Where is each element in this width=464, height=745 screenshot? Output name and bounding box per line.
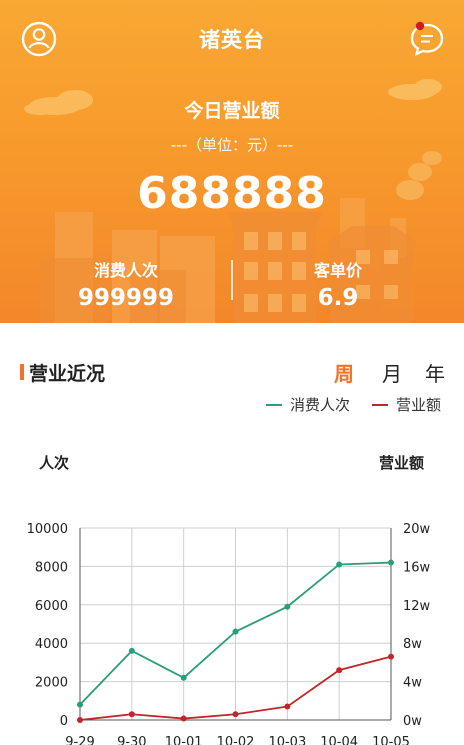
y-tick-label: 10000 — [27, 522, 68, 537]
avg-price-value: 6.9 — [317, 285, 359, 311]
data-point-revenue — [232, 711, 239, 718]
stat-divider — [231, 260, 233, 300]
y-tick-label: 4000 — [35, 637, 68, 652]
chat-bubble-icon[interactable] — [408, 20, 446, 58]
section-title: 营业近况 — [29, 363, 106, 385]
legend-customers: 消费人次 — [266, 394, 350, 415]
legend-swatch-customers — [266, 403, 282, 406]
data-point-revenue — [336, 667, 343, 674]
y-tick-label: 2000 — [35, 676, 68, 691]
y2-axis-title: 营业额 — [379, 454, 425, 472]
customers-value: 999999 — [77, 285, 175, 311]
y-axis-title: 人次 — [39, 454, 70, 472]
x-tick-label: 10-01 — [165, 735, 203, 745]
x-tick-label: 10-05 — [372, 735, 410, 745]
tab-year[interactable]: 年 — [425, 358, 445, 387]
legend-revenue: 营业额 — [372, 394, 441, 415]
data-point-revenue — [388, 653, 394, 660]
business-trend-chart: 0 0w 2000 4w 4000 8w 6000 12w 8000 16w 10000 20w 9-2… — [27, 522, 431, 745]
section-accent-bar — [20, 364, 24, 380]
data-point-revenue — [128, 711, 135, 718]
data-point-customers — [180, 674, 187, 681]
data-point-customers — [388, 559, 394, 566]
y-tick-label: 0 — [60, 714, 68, 729]
x-tick-label: 9-30 — [117, 735, 147, 745]
avg-price-stat: 客单价 6.9 — [290, 257, 386, 311]
y2-tick-label: 20w — [403, 522, 431, 537]
y-tick-label: 6000 — [35, 599, 68, 614]
y2-tick-label: 0w — [403, 714, 422, 729]
data-point-customers — [232, 628, 239, 635]
x-tick-label: 10-02 — [217, 735, 255, 745]
y2-tick-label: 8w — [403, 637, 422, 652]
data-point-revenue — [284, 703, 291, 710]
data-point-customers — [77, 701, 83, 708]
data-point-customers — [128, 647, 135, 654]
x-tick-label: 9-29 — [65, 735, 95, 745]
customers-label: 消费人次 — [93, 261, 158, 280]
unit-label: ---（单位：元）--- — [170, 136, 294, 154]
y2-tick-label: 4w — [403, 676, 422, 691]
customers-stat: 消费人次 999999 — [70, 257, 182, 311]
x-tick-label: 10-04 — [320, 735, 358, 745]
legend-label-customers: 消费人次 — [290, 396, 351, 414]
revenue-hero: 诸英台 今日营业额 ---（单位：元）--- 688888 消费人次 99999… — [0, 0, 464, 323]
tab-month[interactable]: 月 — [382, 358, 402, 387]
data-point-revenue — [77, 717, 83, 723]
y-tick-label: 8000 — [35, 560, 68, 575]
y2-tick-label: 16w — [403, 560, 431, 575]
avg-price-label: 客单价 — [313, 261, 362, 280]
data-point-customers — [336, 561, 343, 568]
revenue-label: 今日营业额 — [184, 100, 280, 122]
data-point-revenue — [180, 715, 187, 722]
legend-swatch-revenue — [372, 403, 388, 406]
tab-week[interactable]: 周 — [334, 358, 354, 387]
y2-tick-label: 12w — [403, 599, 431, 614]
legend-label-revenue: 营业额 — [396, 396, 442, 414]
x-tick-label: 10-03 — [268, 735, 306, 745]
data-point-customers — [284, 603, 291, 610]
app-title: 诸英台 — [199, 28, 265, 52]
revenue-value: 688888 — [137, 168, 327, 219]
